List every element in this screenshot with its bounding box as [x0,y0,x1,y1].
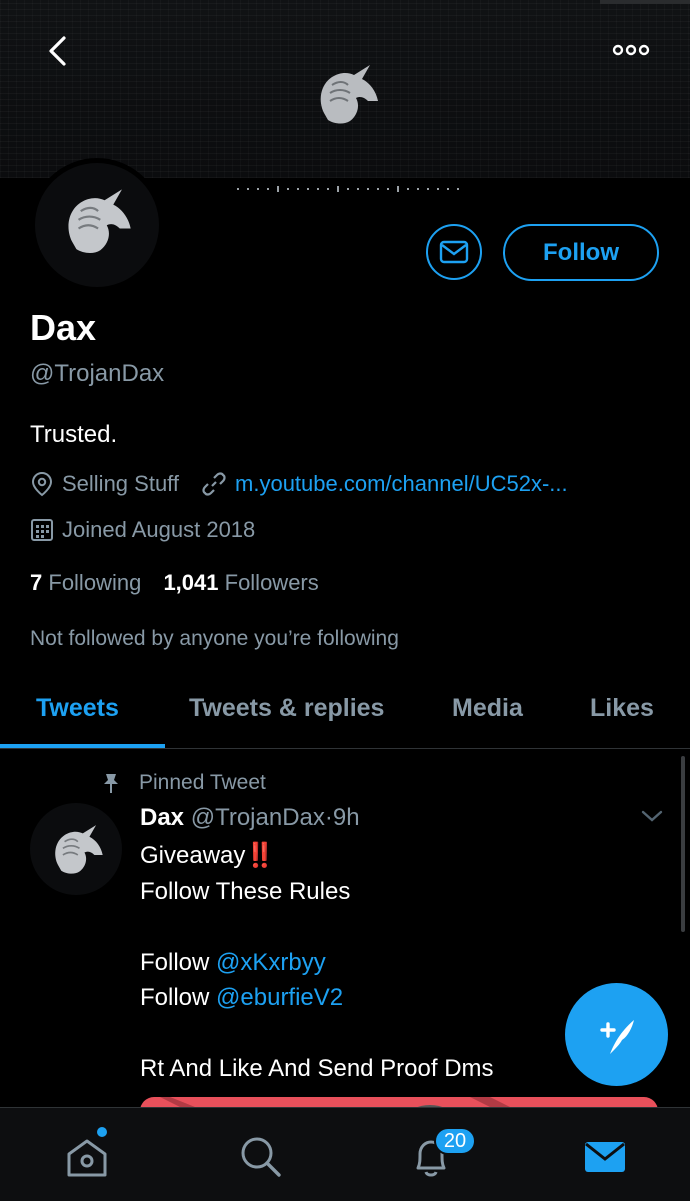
home-icon [67,1139,107,1177]
tweet-line: Follow @eburfieV2 [140,980,494,1016]
profile-website-link[interactable]: m.youtube.com/channel/UC52x-... [235,471,568,497]
tweet-text: Follow [140,948,210,976]
search-icon [241,1137,281,1177]
tweet-author-avatar[interactable] [30,803,122,895]
tweet-line: Follow @xKxrbyy [140,945,494,981]
chevron-left-icon [49,36,66,66]
pin-icon [104,774,118,793]
tab-tweets[interactable]: Tweets [36,694,119,723]
followers-label: Followers [224,570,319,595]
profile-stats: 7 Following 1,041 Followers [30,570,319,596]
chevron-down-icon [641,810,663,822]
double-exclamation-emoji: ‼️ [245,842,276,869]
tweet-separator: · [324,804,333,831]
followers-stat[interactable]: 1,041 Followers [163,570,318,595]
home-new-content-dot [97,1127,107,1137]
ellipsis-icon [612,44,650,56]
compose-feather-icon [599,1019,634,1054]
notifications-badge: 20 [434,1127,476,1155]
envelope-icon [585,1142,625,1172]
following-count: 7 [30,570,43,595]
tweet-time: 9h [332,804,360,831]
scrollbar[interactable] [681,756,685,932]
unicorn-avatar-icon [68,189,131,253]
compose-tweet-button[interactable] [565,983,668,1086]
profile-joined-row: Joined August 2018 [30,517,255,543]
follow-button[interactable]: Follow [503,224,659,281]
profile-location: Selling Stuff [62,471,180,496]
unicorn-logo-icon [320,65,378,124]
tweet-author-handle: @TrojanDax [190,804,325,831]
tweet-body: Giveaway‼️ Follow These Rules Follow @xK… [140,838,494,1087]
tweet-line: Follow These Rules [140,877,351,905]
more-options-button[interactable] [608,36,654,64]
tweet-options-button[interactable] [640,808,664,829]
nav-messages-button[interactable] [580,1132,630,1182]
status-indicator [600,0,690,4]
link-icon [202,472,226,496]
profile-name: Dax [30,307,97,348]
decorative-dotline [237,186,459,192]
envelope-icon [439,240,469,264]
following-stat[interactable]: 7 Following [30,570,141,595]
tweet-header: Dax @TrojanDax·9h [140,804,360,832]
pinned-label-text: Pinned Tweet [139,771,266,794]
nav-search-button[interactable] [236,1132,286,1182]
tweet-line: Rt And Like And Send Proof Dms [140,1055,494,1082]
location-pin-icon [31,471,53,497]
followers-count: 1,041 [163,570,219,595]
pinned-tweet-label: Pinned Tweet [101,771,266,795]
tabs-divider [0,748,690,749]
profile-joined: Joined August 2018 [62,517,256,542]
profile-avatar[interactable] [30,158,164,292]
tweet-author-name[interactable]: Dax [140,804,184,831]
tweet-text: Giveaway [140,842,246,869]
profile-bio: Trusted. [30,421,118,448]
tab-tweets-replies[interactable]: Tweets & replies [189,694,384,723]
message-button[interactable] [426,224,482,280]
calendar-icon [31,519,53,541]
not-followed-notice: Not followed by anyone you’re following [30,627,399,650]
tab-media[interactable]: Media [452,694,523,723]
nav-home-button[interactable] [62,1132,112,1182]
mention-link[interactable]: @xKxrbyy [216,949,326,976]
tab-likes[interactable]: Likes [590,694,654,723]
profile-handle: @TrojanDax [30,360,165,387]
tweet-line: Giveaway‼️ [140,838,494,874]
unicorn-avatar-icon [55,825,103,874]
tweet-text: Follow [140,984,210,1011]
profile-meta-row: Selling Stuff m.youtube.com/channel/UC52… [30,471,568,497]
bottom-navigation [0,1107,690,1201]
mention-link[interactable]: @eburfieV2 [216,984,343,1011]
following-label: Following [48,570,142,595]
back-button[interactable] [38,34,78,68]
